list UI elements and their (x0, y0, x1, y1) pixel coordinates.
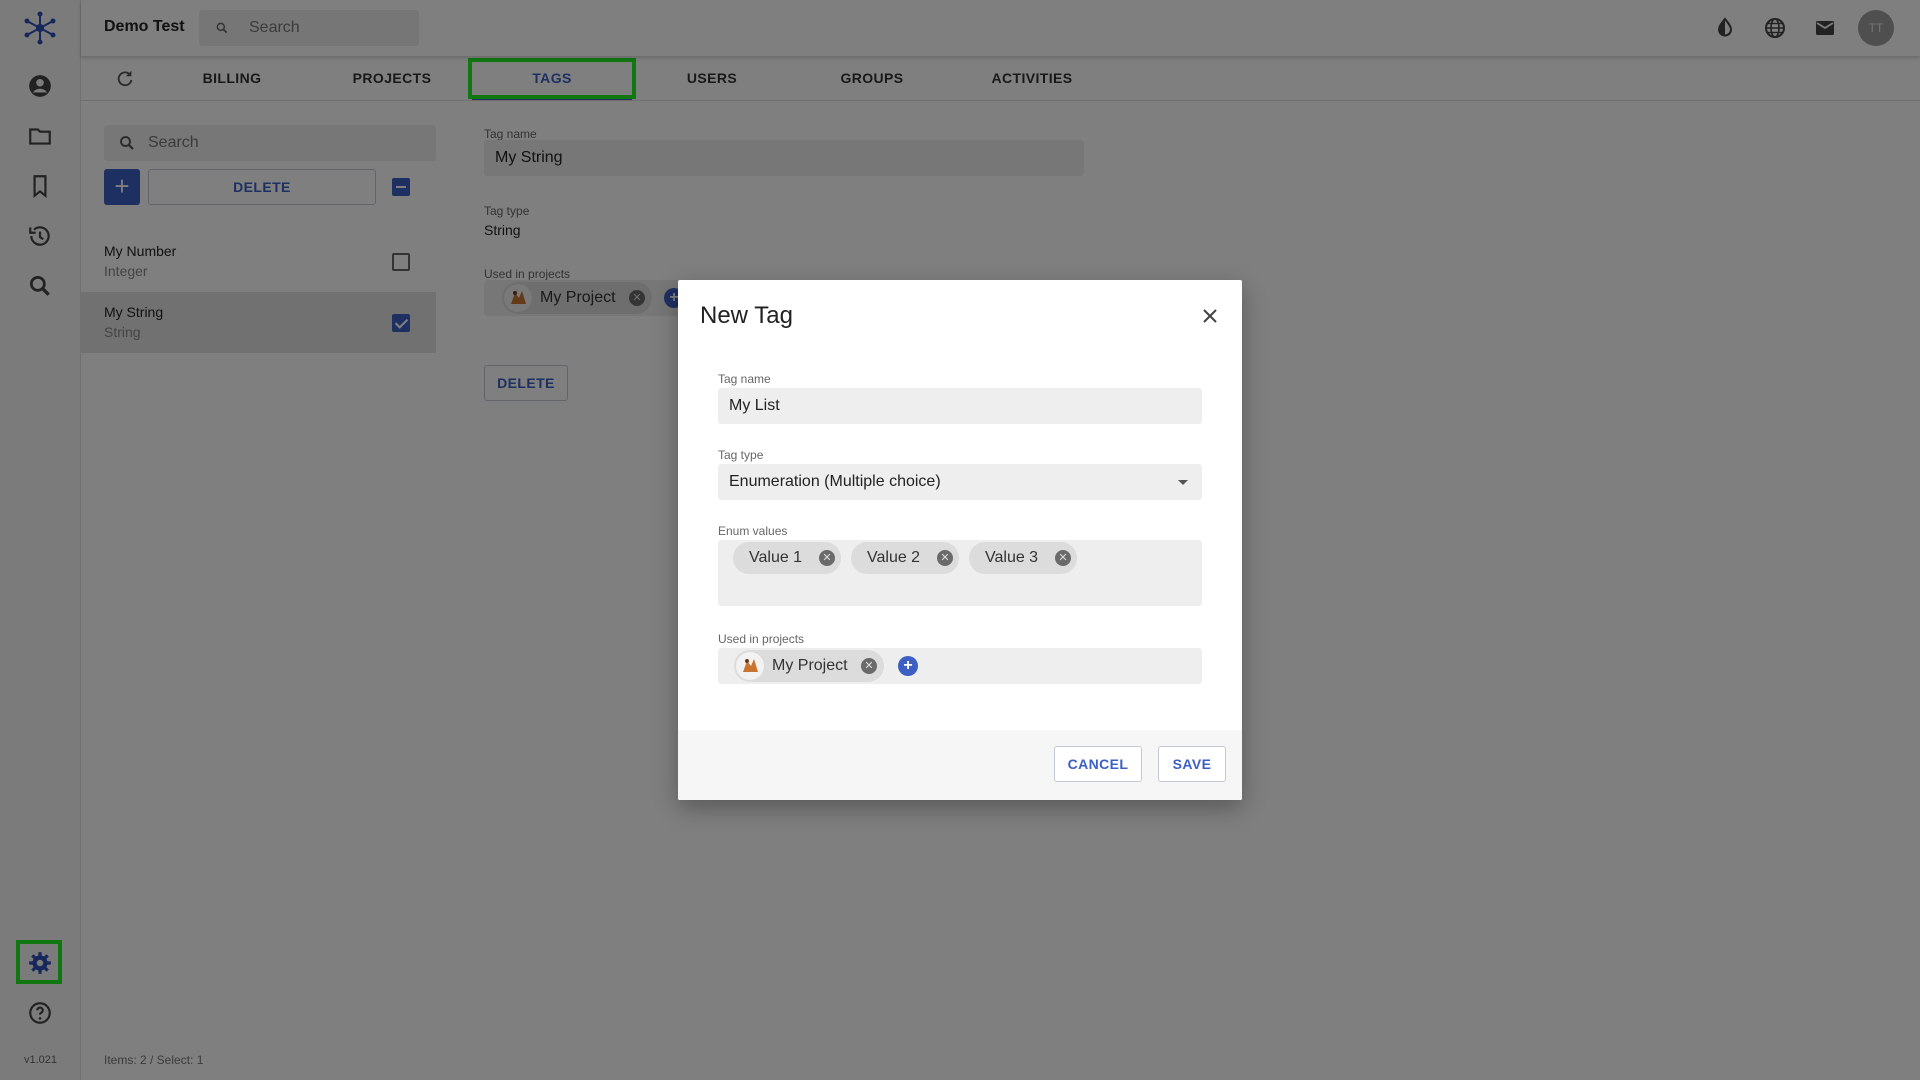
dialog-tag-name-input[interactable]: My List (718, 388, 1202, 424)
dialog-title: New Tag (700, 302, 793, 329)
add-project-button[interactable]: + (898, 656, 918, 676)
remove-chip-icon[interactable]: ✕ (1055, 550, 1071, 566)
new-tag-dialog: New Tag Tag name My List Tag type Enumer… (678, 280, 1242, 800)
dialog-enum-label: Enum values (718, 524, 788, 538)
dialog-tag-type-value: Enumeration (Multiple choice) (729, 473, 941, 490)
project-chip-label: My Project (772, 657, 848, 674)
enum-value-chip[interactable]: Value 2 ✕ (851, 542, 959, 574)
enum-value-label: Value 2 (867, 549, 921, 566)
dialog-used-in-label: Used in projects (718, 632, 805, 646)
cancel-button[interactable]: CANCEL (1054, 746, 1142, 782)
dialog-body: Tag name My List Tag type Enumeration (M… (678, 352, 1242, 730)
enum-value-chip[interactable]: Value 3 ✕ (969, 542, 1077, 574)
enum-value-label: Value 3 (985, 549, 1039, 566)
remove-chip-icon[interactable]: ✕ (819, 550, 835, 566)
enum-value-chip[interactable]: Value 1 ✕ (733, 542, 841, 574)
project-chip[interactable]: My Project ✕ (734, 650, 884, 682)
project-avatar (736, 652, 764, 680)
dialog-tag-name-label: Tag name (718, 372, 771, 386)
dialog-tag-type-label: Tag type (718, 448, 764, 462)
enum-value-label: Value 1 (749, 549, 803, 566)
remove-chip-icon[interactable]: ✕ (937, 550, 953, 566)
dialog-enum-values-field[interactable]: Value 1 ✕ Value 2 ✕ Value 3 ✕ (718, 540, 1202, 606)
dialog-tag-name-value: My List (729, 397, 780, 414)
save-button[interactable]: SAVE (1158, 746, 1226, 782)
dialog-tag-type-select[interactable]: Enumeration (Multiple choice) (718, 464, 1202, 500)
dialog-projects-field[interactable]: My Project ✕ + (718, 648, 1202, 684)
dialog-footer: CANCEL SAVE (678, 730, 1242, 800)
chevron-down-icon (1178, 480, 1188, 485)
close-icon[interactable] (1200, 306, 1220, 326)
remove-chip-icon[interactable]: ✕ (861, 658, 877, 674)
